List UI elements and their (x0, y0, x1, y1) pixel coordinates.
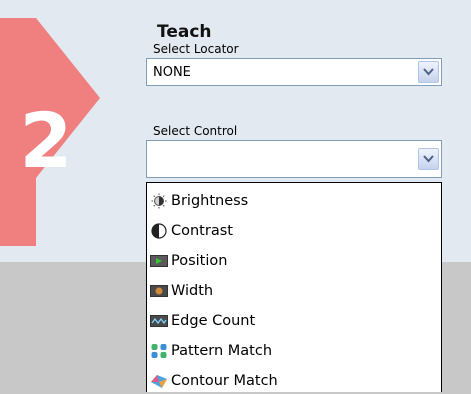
locator-select[interactable]: NONE (146, 58, 442, 86)
width-icon (150, 283, 168, 299)
chevron-down-icon (423, 155, 434, 163)
option-contour-match[interactable]: Contour Match (150, 367, 438, 394)
option-label: Width (171, 282, 214, 299)
locator-value: NONE (153, 65, 191, 80)
option-position[interactable]: Position (150, 247, 438, 274)
option-label: Contrast (171, 222, 233, 239)
option-contrast[interactable]: Contrast (150, 217, 438, 244)
option-edge-count[interactable]: Edge Count (150, 307, 438, 334)
pattern-match-icon (150, 343, 168, 359)
locator-dropdown-button[interactable] (418, 61, 439, 83)
option-label: Pattern Match (171, 342, 273, 359)
option-label: Contour Match (171, 372, 278, 389)
control-select[interactable] (146, 140, 442, 178)
control-dropdown-list: Brightness Contrast Position Width Edge … (146, 182, 442, 392)
option-label: Edge Count (171, 312, 256, 329)
section-title: Teach (157, 22, 212, 42)
option-brightness[interactable]: Brightness (150, 187, 438, 214)
chevron-down-icon (423, 68, 434, 76)
position-icon (150, 253, 168, 269)
option-pattern-match[interactable]: Pattern Match (150, 337, 438, 364)
control-dropdown-button[interactable] (418, 148, 439, 170)
locator-label: Select Locator (153, 42, 239, 56)
step-badge: 2 (0, 0, 100, 262)
contour-match-icon (150, 373, 168, 389)
option-label: Position (171, 252, 228, 269)
option-width[interactable]: Width (150, 277, 438, 304)
contrast-icon (150, 222, 168, 239)
control-label: Select Control (153, 124, 238, 138)
step-number: 2 (20, 96, 73, 185)
edge-count-icon (150, 313, 168, 329)
option-label: Brightness (171, 192, 249, 209)
brightness-icon (150, 193, 168, 209)
